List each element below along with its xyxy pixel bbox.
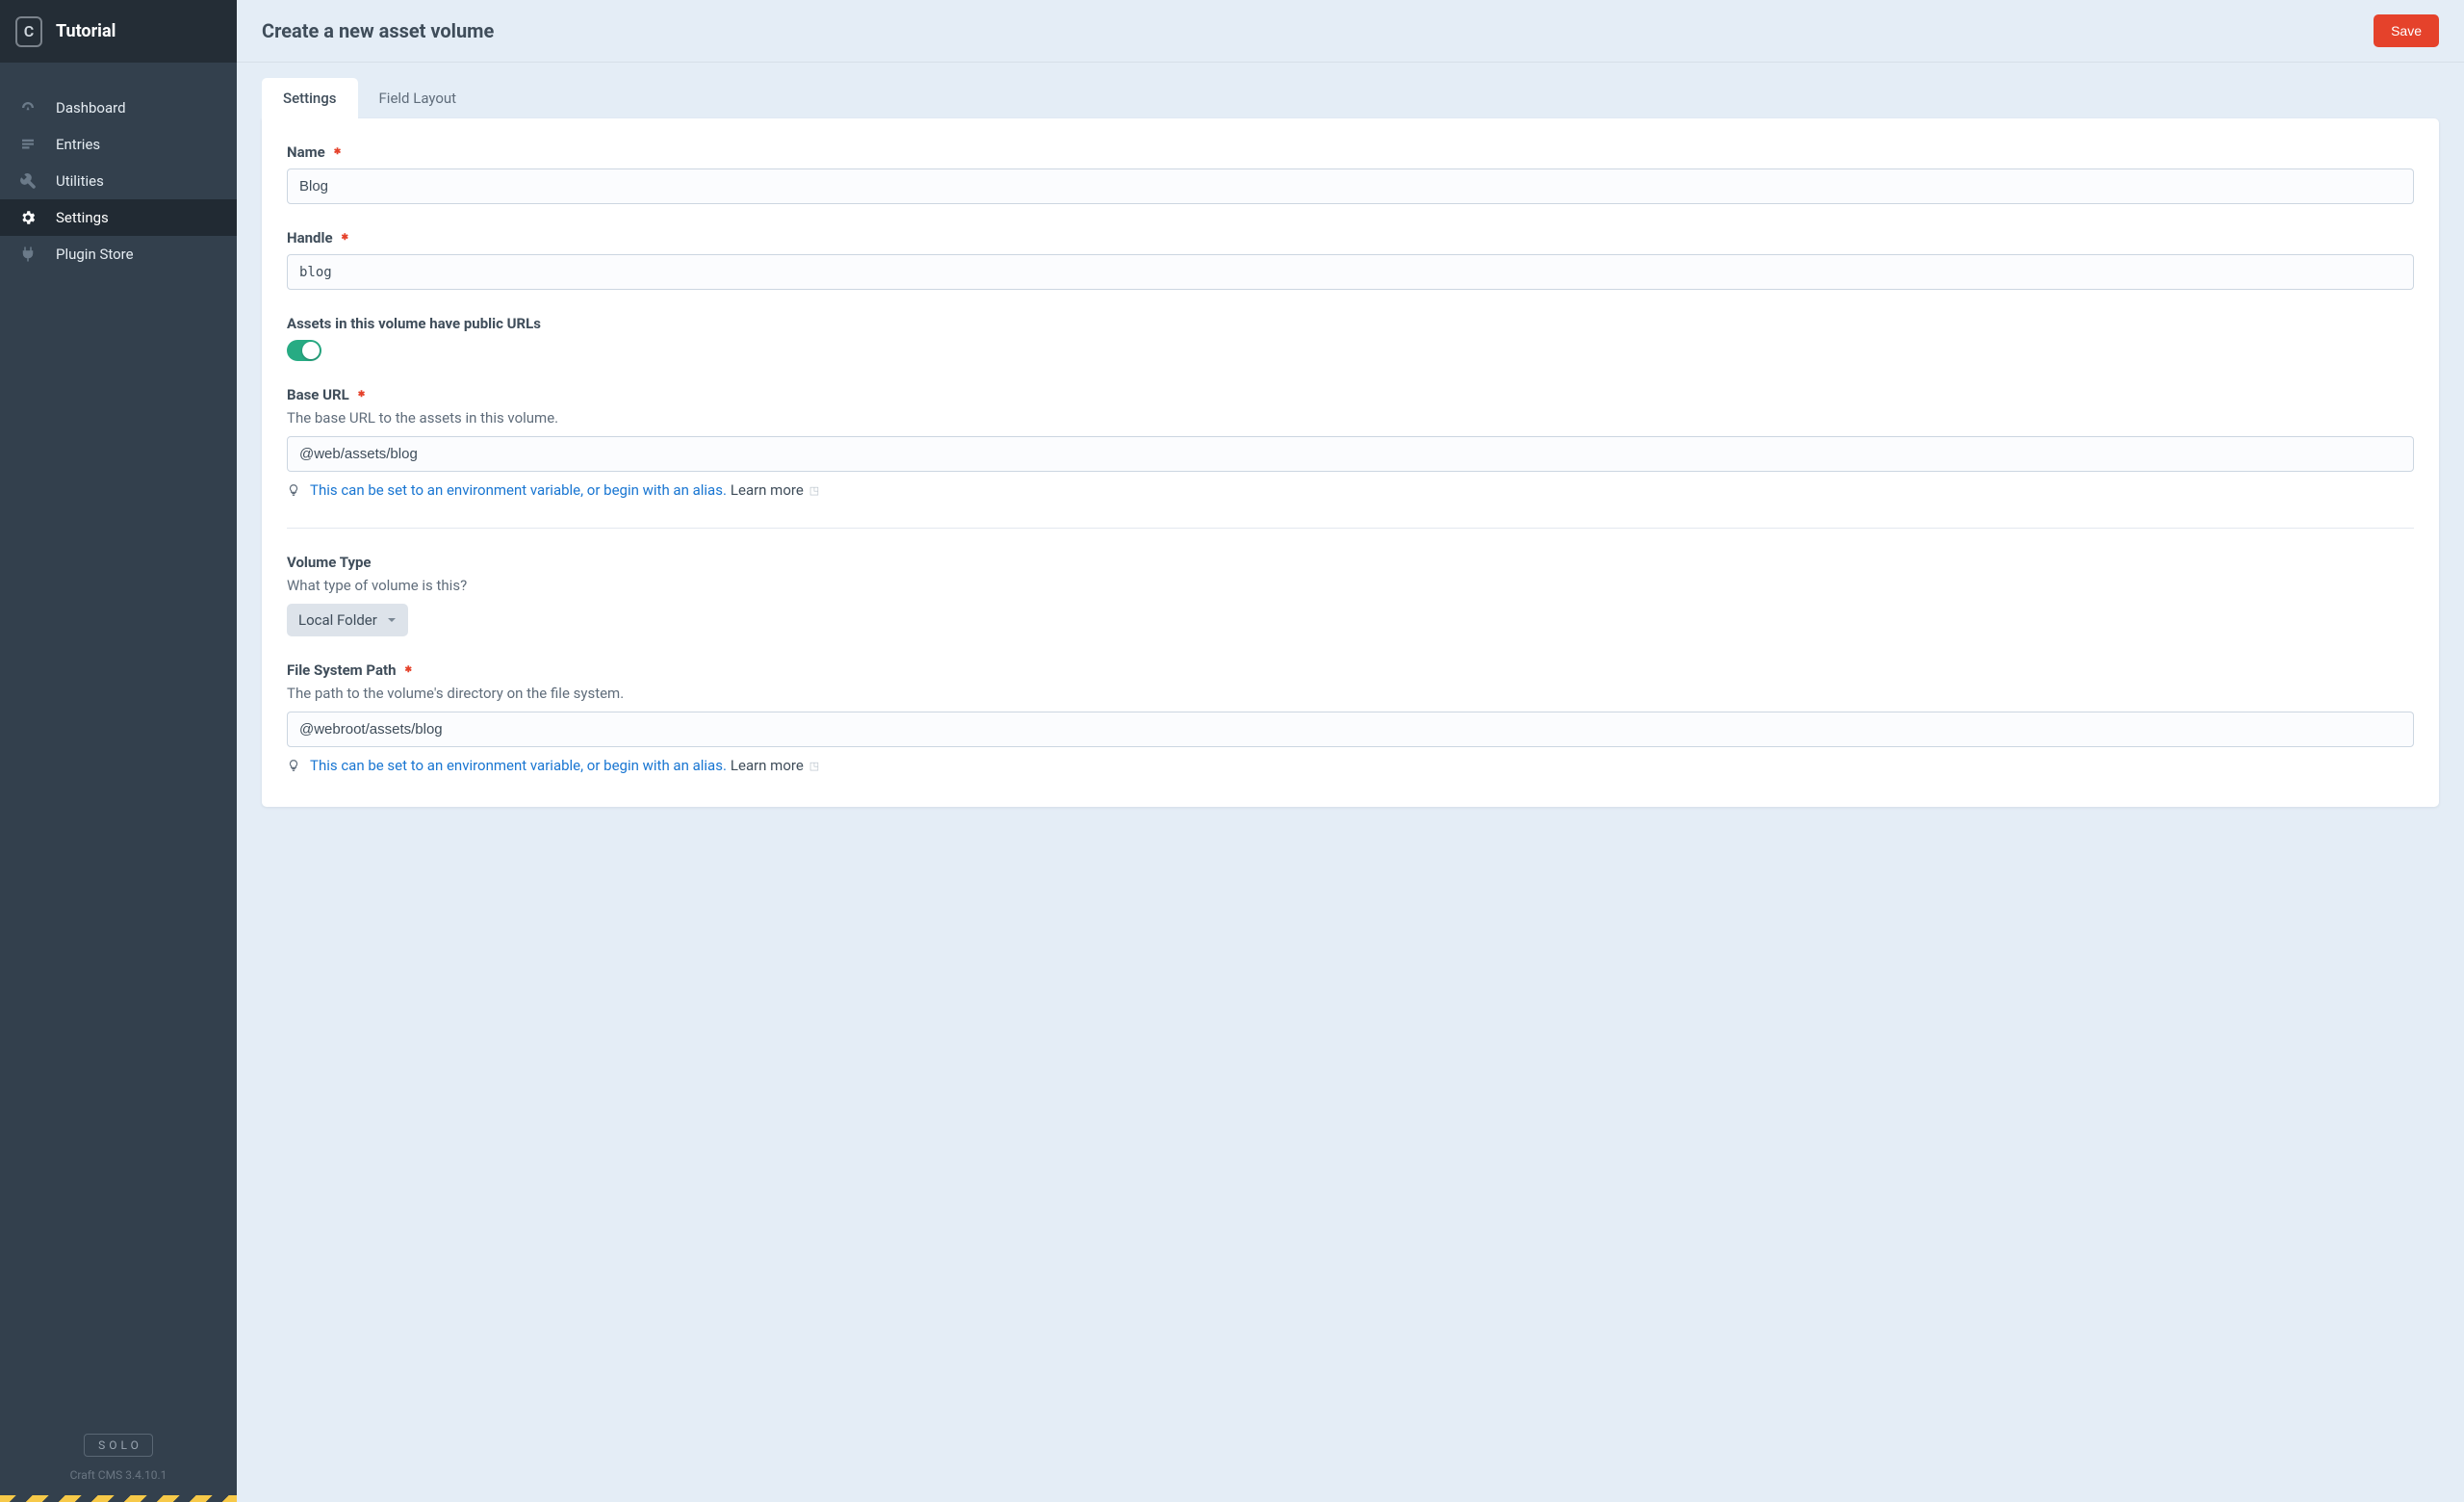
field-label: File System Path ✱ xyxy=(287,661,2414,679)
label-text: Volume Type xyxy=(287,554,372,571)
settings-icon xyxy=(17,209,38,226)
save-button[interactable]: Save xyxy=(2374,14,2439,47)
field-public-urls: Assets in this volume have public URLs xyxy=(287,315,2414,361)
dev-mode-stripe xyxy=(0,1495,237,1502)
sidebar-item-plugin-store[interactable]: Plugin Store xyxy=(0,236,237,272)
field-help: What type of volume is this? xyxy=(287,577,2414,594)
field-base-url: Base URL ✱ The base URL to the assets in… xyxy=(287,386,2414,499)
sidebar-item-label: Plugin Store xyxy=(56,246,134,263)
required-icon: ✱ xyxy=(342,233,349,243)
field-name: Name ✱ xyxy=(287,143,2414,204)
file-system-path-input[interactable] xyxy=(287,712,2414,747)
select-value: Local Folder xyxy=(298,611,377,629)
sidebar: C Tutorial Dashboard Entries Utilities xyxy=(0,0,237,1502)
lightbulb-icon xyxy=(287,759,300,772)
label-text: Assets in this volume have public URLs xyxy=(287,315,541,332)
sidebar-item-label: Utilities xyxy=(56,172,104,190)
volume-type-select[interactable]: Local Folder xyxy=(287,604,408,636)
required-icon: ✱ xyxy=(404,665,412,675)
topbar: Create a new asset volume Save xyxy=(237,0,2464,63)
external-link-icon: ◳ xyxy=(809,760,819,772)
field-handle: Handle ✱ xyxy=(287,229,2414,290)
base-url-input[interactable] xyxy=(287,436,2414,472)
field-volume-type: Volume Type What type of volume is this?… xyxy=(287,554,2414,636)
chevron-down-icon xyxy=(387,611,397,629)
plugin-store-icon xyxy=(17,246,38,263)
name-input[interactable] xyxy=(287,168,2414,204)
label-text: File System Path xyxy=(287,661,396,679)
public-urls-toggle[interactable] xyxy=(287,340,321,361)
sidebar-item-settings[interactable]: Settings xyxy=(0,199,237,236)
sidebar-header: C Tutorial xyxy=(0,0,237,63)
dashboard-icon xyxy=(17,99,38,117)
tab-row: Settings Field Layout xyxy=(262,78,2439,118)
sidebar-item-utilities[interactable]: Utilities xyxy=(0,163,237,199)
content: Settings Field Layout Name ✱ Handle ✱ xyxy=(237,63,2464,845)
version-text: Craft CMS 3.4.10.1 xyxy=(0,1468,237,1482)
field-label: Handle ✱ xyxy=(287,229,2414,246)
base-url-tip: This can be set to an environment variab… xyxy=(287,481,2414,499)
sidebar-footer: SOLO Craft CMS 3.4.10.1 xyxy=(0,1434,237,1495)
field-label: Name ✱ xyxy=(287,143,2414,161)
field-label: Assets in this volume have public URLs xyxy=(287,315,2414,332)
required-icon: ✱ xyxy=(358,390,366,400)
lightbulb-icon xyxy=(287,483,300,497)
field-label: Base URL ✱ xyxy=(287,386,2414,403)
learn-more-link[interactable]: Learn more xyxy=(731,757,804,774)
page-title: Create a new asset volume xyxy=(262,19,2374,42)
tip-link[interactable]: This can be set to an environment variab… xyxy=(310,481,727,499)
label-text: Handle xyxy=(287,229,333,246)
label-text: Base URL xyxy=(287,386,349,403)
label-text: Name xyxy=(287,143,325,161)
settings-pane: Name ✱ Handle ✱ Assets in this volume ha… xyxy=(262,118,2439,807)
site-name: Tutorial xyxy=(56,21,116,41)
tab-settings[interactable]: Settings xyxy=(262,78,358,118)
field-file-system-path: File System Path ✱ The path to the volum… xyxy=(287,661,2414,774)
divider xyxy=(287,528,2414,529)
site-logo[interactable]: C xyxy=(15,16,42,47)
sidebar-item-dashboard[interactable]: Dashboard xyxy=(0,90,237,126)
field-label: Volume Type xyxy=(287,554,2414,571)
required-icon: ✱ xyxy=(334,147,342,157)
utilities-icon xyxy=(17,172,38,190)
field-help: The path to the volume's directory on th… xyxy=(287,685,2414,702)
tip-link[interactable]: This can be set to an environment variab… xyxy=(310,757,727,774)
sidebar-nav: Dashboard Entries Utilities Settings Plu xyxy=(0,63,237,1434)
fs-path-tip: This can be set to an environment variab… xyxy=(287,757,2414,774)
external-link-icon: ◳ xyxy=(809,484,819,497)
sidebar-item-label: Settings xyxy=(56,209,109,226)
sidebar-item-label: Entries xyxy=(56,136,100,153)
learn-more-link[interactable]: Learn more xyxy=(731,481,804,499)
tab-field-layout[interactable]: Field Layout xyxy=(358,78,478,118)
entries-icon xyxy=(17,136,38,153)
edition-badge[interactable]: SOLO xyxy=(84,1434,153,1457)
main: Create a new asset volume Save Settings … xyxy=(237,0,2464,1502)
handle-input[interactable] xyxy=(287,254,2414,290)
field-help: The base URL to the assets in this volum… xyxy=(287,409,2414,427)
sidebar-item-label: Dashboard xyxy=(56,99,126,117)
sidebar-item-entries[interactable]: Entries xyxy=(0,126,237,163)
